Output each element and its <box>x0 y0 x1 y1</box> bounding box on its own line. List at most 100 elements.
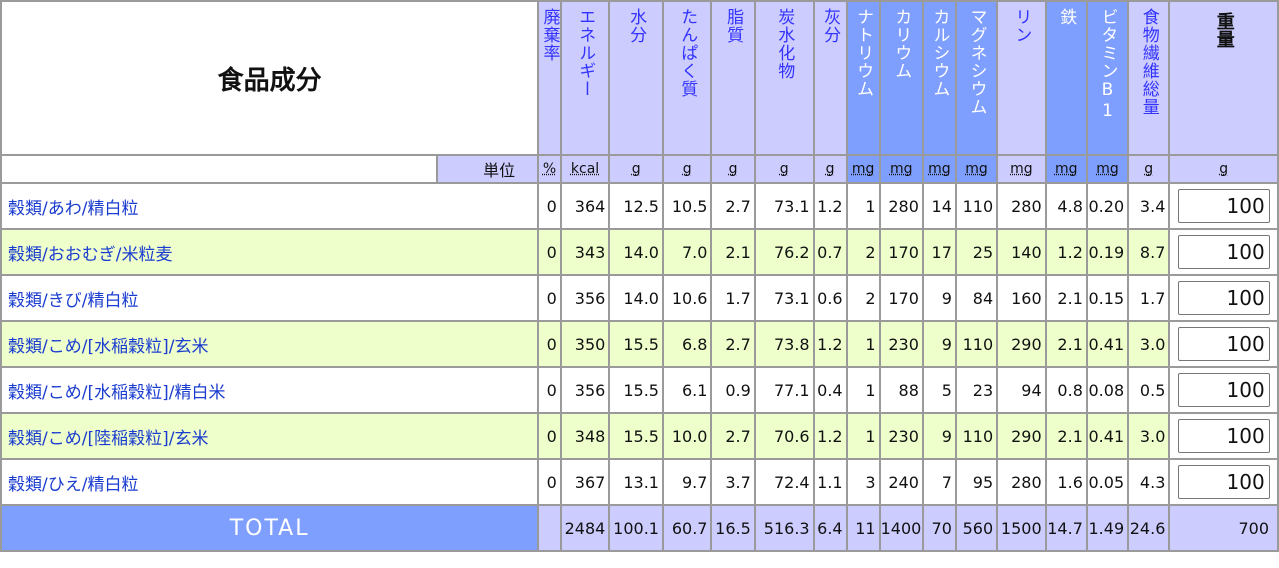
weight-cell <box>1170 368 1277 412</box>
column-header-label: リン <box>1011 8 1032 44</box>
column-header-label: 炭水化物 <box>774 8 795 80</box>
value-cell: 10.0 <box>663 414 711 458</box>
weight-input[interactable] <box>1177 189 1270 223</box>
value-cell: 170 <box>880 276 922 320</box>
weight-input[interactable] <box>1177 419 1270 453</box>
table-row: 穀類/おおむぎ/米粒麦 0 343 14.0 7.0 2.1 76.2 0.7 2 170 17 25… <box>2 230 1277 274</box>
total-value-cell: 11 <box>847 506 879 550</box>
food-name-link[interactable]: 穀類/こめ/[水稲穀粒]/玄米 <box>8 337 208 357</box>
value-cell: 12.5 <box>610 184 662 228</box>
column-unit-8: mg <box>880 156 922 182</box>
column-unit-7: mg <box>847 156 879 182</box>
value-cell: 17 <box>923 230 955 274</box>
table-row: 穀類/こめ/[水稲穀粒]/玄米 0 350 15.5 6.8 2.7 73.8 1.2 1 230… <box>2 322 1277 366</box>
value-cell: 0 <box>539 184 560 228</box>
value-cell: 1.2 <box>814 414 846 458</box>
weight-input[interactable] <box>1177 327 1270 361</box>
food-name-cell: 穀類/こめ/[水稲穀粒]/玄米 <box>2 322 538 366</box>
value-cell: 9 <box>923 322 955 366</box>
column-header-7: ナトリウム <box>847 2 879 154</box>
value-cell: 343 <box>561 230 609 274</box>
column-header-label: マグネシウム <box>966 8 987 116</box>
value-cell: 0.6 <box>814 276 846 320</box>
weight-header-label: 重量 <box>1213 12 1235 48</box>
value-cell: 94 <box>998 368 1045 412</box>
column-unit-6: g <box>814 156 846 182</box>
weight-input[interactable] <box>1177 465 1270 499</box>
food-name-link[interactable]: 穀類/こめ/[陸稲穀粒]/玄米 <box>8 429 208 449</box>
column-header-label: ビタミンB1 <box>1097 8 1118 122</box>
value-cell: 0 <box>539 230 560 274</box>
value-cell: 9.7 <box>663 460 711 504</box>
value-cell: 73.1 <box>755 184 813 228</box>
value-cell: 110 <box>956 414 997 458</box>
value-cell: 2.7 <box>712 184 754 228</box>
weight-input[interactable] <box>1177 281 1270 315</box>
value-cell: 5 <box>923 368 955 412</box>
total-value-cell: 100.1 <box>610 506 662 550</box>
total-value-cell: 1400 <box>880 506 922 550</box>
value-cell: 15.5 <box>610 322 662 366</box>
value-cell: 0.15 <box>1087 276 1128 320</box>
weight-cell <box>1170 460 1277 504</box>
weight-unit: g <box>1170 156 1277 182</box>
value-cell: 3 <box>847 460 879 504</box>
column-unit-1: kcal <box>561 156 609 182</box>
value-cell: 0.08 <box>1087 368 1128 412</box>
value-cell: 0 <box>539 322 560 366</box>
value-cell: 1.2 <box>1046 230 1086 274</box>
value-cell: 290 <box>998 414 1045 458</box>
column-header-2: 水分 <box>610 2 662 154</box>
weight-input[interactable] <box>1177 373 1270 407</box>
food-name-cell: 穀類/おおむぎ/米粒麦 <box>2 230 538 274</box>
value-cell: 14 <box>923 184 955 228</box>
value-cell: 0 <box>539 460 560 504</box>
value-cell: 290 <box>998 322 1045 366</box>
value-cell: 348 <box>561 414 609 458</box>
value-cell: 23 <box>956 368 997 412</box>
column-unit-13: mg <box>1087 156 1128 182</box>
value-cell: 110 <box>956 184 997 228</box>
column-unit-10: mg <box>956 156 997 182</box>
value-cell: 77.1 <box>755 368 813 412</box>
table-row: 穀類/きび/精白粒 0 356 14.0 10.6 1.7 73.1 0.6 2 170 9 84 16… <box>2 276 1277 320</box>
food-name-link[interactable]: 穀類/きび/精白粒 <box>8 291 138 311</box>
value-cell: 76.2 <box>755 230 813 274</box>
column-header-3: たんぱく質 <box>663 2 711 154</box>
weight-cell <box>1170 184 1277 228</box>
value-cell: 2.7 <box>712 322 754 366</box>
column-header-label: カリウム <box>891 8 912 80</box>
food-name-link[interactable]: 穀類/あわ/精白粒 <box>8 199 138 219</box>
total-value-cell: 24.6 <box>1129 506 1169 550</box>
column-header-label: 脂質 <box>723 8 744 44</box>
value-cell: 4.8 <box>1046 184 1086 228</box>
column-unit-14: g <box>1129 156 1169 182</box>
food-name-link[interactable]: 穀類/おおむぎ/米粒麦 <box>8 245 172 265</box>
column-unit-9: mg <box>923 156 955 182</box>
value-cell: 14.0 <box>610 276 662 320</box>
food-name-link[interactable]: 穀類/こめ/[水稲穀粒]/精白米 <box>8 383 225 403</box>
column-header-12: 鉄 <box>1046 2 1086 154</box>
column-header-label: カルシウム <box>929 8 950 98</box>
value-cell: 0.7 <box>814 230 846 274</box>
food-name-link[interactable]: 穀類/ひえ/精白粒 <box>8 475 138 495</box>
total-value-cell: 14.7 <box>1046 506 1086 550</box>
value-cell: 10.5 <box>663 184 711 228</box>
value-cell: 280 <box>998 460 1045 504</box>
total-value-cell: 1500 <box>998 506 1045 550</box>
value-cell: 0.05 <box>1087 460 1128 504</box>
value-cell: 1.7 <box>712 276 754 320</box>
column-unit-4: g <box>712 156 754 182</box>
unit-row: 単位 % kcal g g g g g mg mg mg mg mg mg mg g g <box>2 156 1277 182</box>
column-header-4: 脂質 <box>712 2 754 154</box>
table-row: 穀類/ひえ/精白粒 0 367 13.1 9.7 3.7 72.4 1.1 3 240 7 95 280… <box>2 460 1277 504</box>
weight-input[interactable] <box>1177 235 1270 269</box>
value-cell: 1.6 <box>1046 460 1086 504</box>
value-cell: 0.20 <box>1087 184 1128 228</box>
food-name-cell: 穀類/こめ/[陸稲穀粒]/玄米 <box>2 414 538 458</box>
column-header-5: 炭水化物 <box>755 2 813 154</box>
value-cell: 2.1 <box>1046 276 1086 320</box>
column-header-14: 食物繊維総量 <box>1129 2 1169 154</box>
value-cell: 0.5 <box>1129 368 1169 412</box>
value-cell: 7 <box>923 460 955 504</box>
